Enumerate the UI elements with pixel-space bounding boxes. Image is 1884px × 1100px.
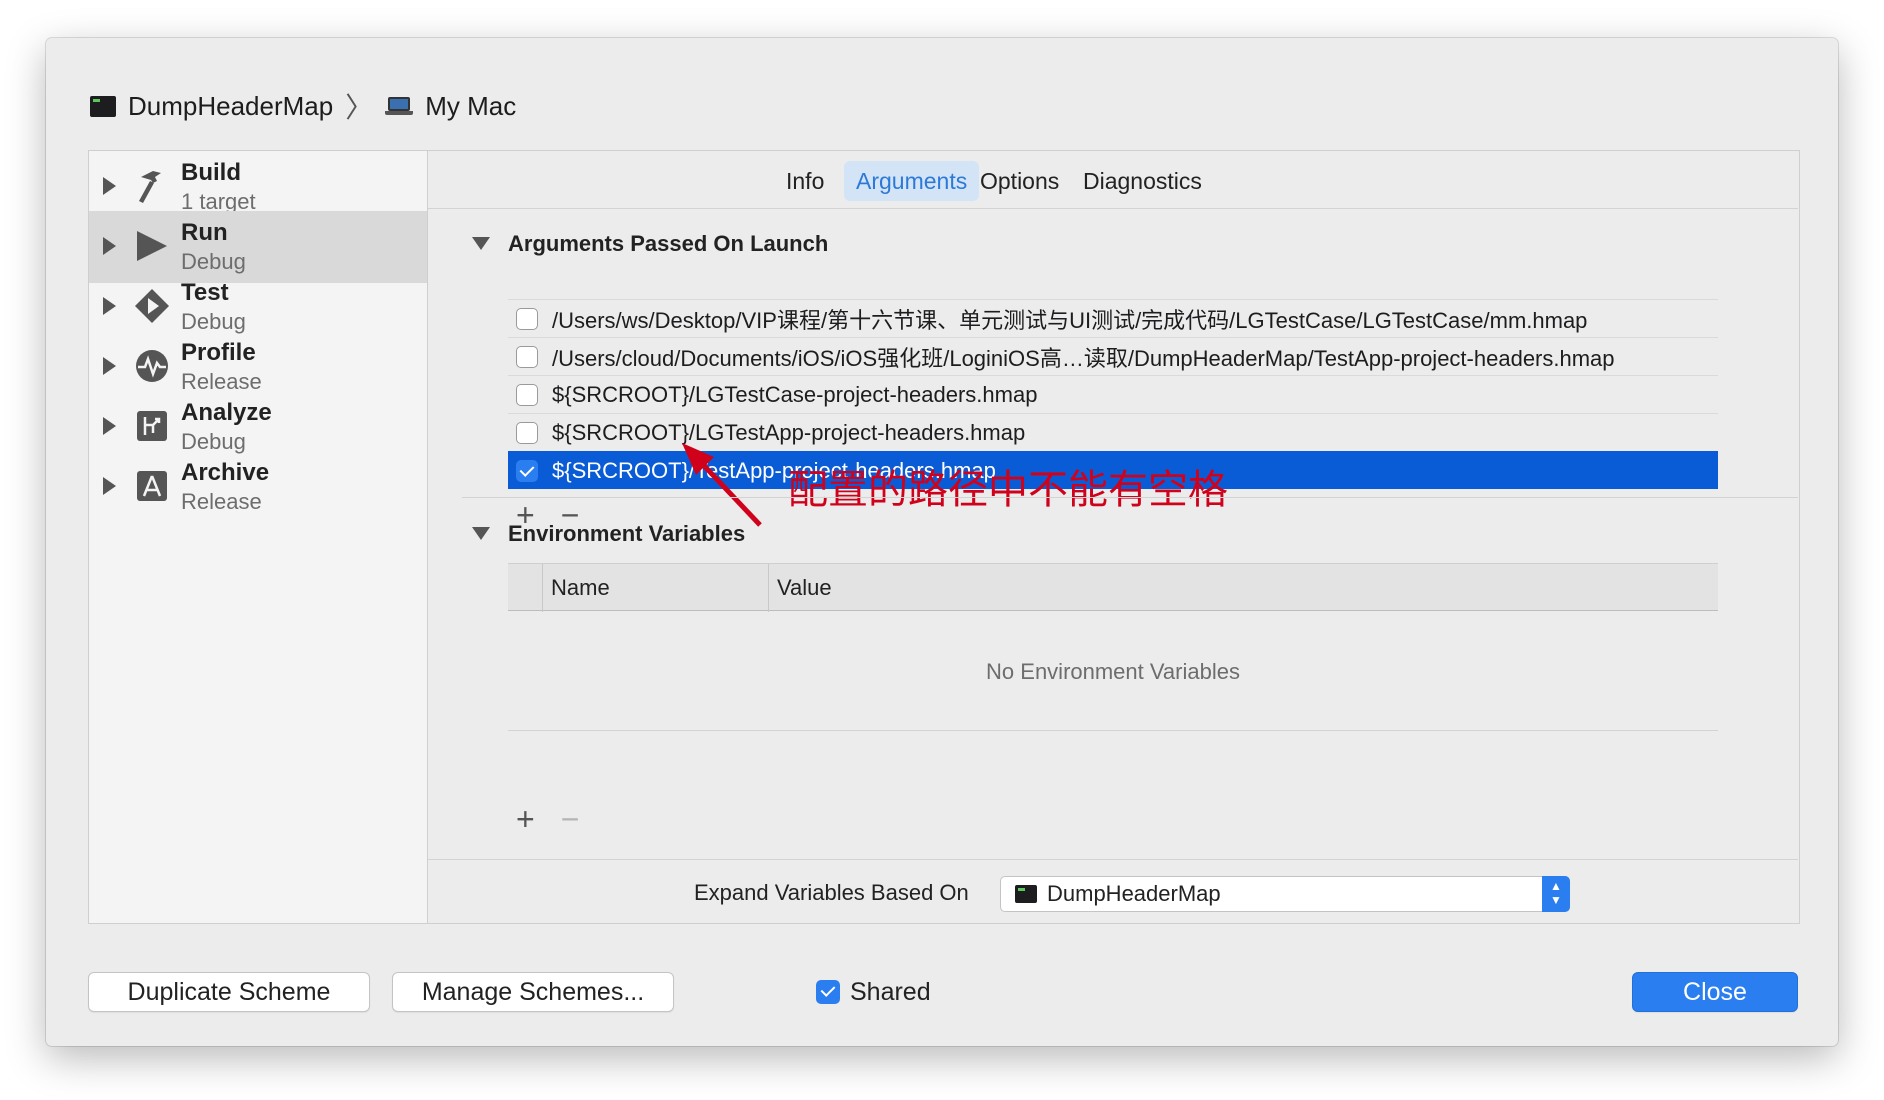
terminal-app-icon bbox=[1015, 885, 1037, 903]
env-add-remove: + − bbox=[516, 803, 579, 835]
tab-bar: Info Arguments Options Diagnostics bbox=[428, 151, 1798, 209]
env-variables-table: Name Value No Environment Variables bbox=[508, 563, 1718, 731]
sidebar-item-title: Analyze bbox=[181, 399, 272, 426]
sidebar-item-subtitle: Release bbox=[181, 489, 262, 514]
archive-icon bbox=[137, 471, 167, 501]
collapse-triangle-icon[interactable] bbox=[472, 527, 490, 540]
disclosure-triangle-icon[interactable] bbox=[103, 237, 116, 255]
sidebar-item-title: Build bbox=[181, 159, 241, 186]
laptop-icon bbox=[385, 97, 414, 115]
popup-selected-value: DumpHeaderMap bbox=[1047, 881, 1221, 906]
argument-checkbox[interactable] bbox=[516, 421, 538, 444]
updown-chevron-icon[interactable]: ▲ ▼ bbox=[1542, 876, 1570, 912]
breadcrumb-scheme[interactable]: DumpHeaderMap bbox=[128, 91, 333, 122]
shared-toggle[interactable]: Shared bbox=[816, 972, 931, 1012]
list-item[interactable]: /Users/cloud/Documents/iOS/iOS强化班/Logini… bbox=[508, 337, 1718, 375]
list-item[interactable]: /Users/ws/Desktop/VIP课程/第十六节课、单元测试与UI测试/… bbox=[508, 299, 1718, 337]
tab-arguments[interactable]: Arguments bbox=[844, 161, 980, 201]
disclosure-triangle-icon[interactable] bbox=[103, 177, 116, 195]
column-header-value[interactable]: Value bbox=[768, 564, 1718, 612]
duplicate-scheme-button[interactable]: Duplicate Scheme bbox=[88, 972, 370, 1012]
chevron-right-icon: 〉 bbox=[345, 92, 374, 123]
env-section-title: Environment Variables bbox=[508, 521, 746, 546]
close-button[interactable]: Close bbox=[1632, 972, 1798, 1012]
hammer-icon bbox=[139, 171, 161, 203]
argument-value[interactable]: /Users/ws/Desktop/VIP课程/第十六节课、单元测试与UI测试/… bbox=[552, 303, 1587, 335]
instruments-icon bbox=[136, 350, 168, 382]
collapse-triangle-icon[interactable] bbox=[472, 237, 490, 250]
manage-schemes-button[interactable]: Manage Schemes... bbox=[392, 972, 674, 1012]
annotation-text: 配置的路径中不能有空格 bbox=[788, 467, 1228, 513]
remove-env-button[interactable]: − bbox=[561, 803, 580, 835]
argument-checkbox[interactable] bbox=[516, 459, 538, 482]
tab-info[interactable]: Info bbox=[774, 161, 836, 201]
shared-checkbox[interactable] bbox=[816, 980, 840, 1004]
play-icon bbox=[137, 231, 167, 261]
argument-value[interactable]: ${SRCROOT}/LGTestApp-project-headers.hma… bbox=[552, 420, 1025, 446]
argument-checkbox[interactable] bbox=[516, 307, 538, 330]
list-item[interactable]: ${SRCROOT}/LGTestCase-project-headers.hm… bbox=[508, 375, 1718, 413]
disclosure-triangle-icon[interactable] bbox=[103, 357, 116, 375]
empty-state-text: No Environment Variables bbox=[986, 659, 1240, 684]
table-header: Name Value bbox=[508, 563, 1718, 612]
disclosure-triangle-icon[interactable] bbox=[103, 417, 116, 435]
sidebar-item-title: Profile bbox=[181, 339, 256, 366]
add-env-button[interactable]: + bbox=[516, 803, 535, 835]
section-divider bbox=[462, 497, 1798, 498]
disclosure-triangle-icon[interactable] bbox=[103, 477, 116, 495]
scheme-editor-window: DumpHeaderMap 〉 My Mac Build 1 target Ru… bbox=[46, 38, 1838, 1046]
shared-label[interactable]: Shared bbox=[850, 978, 931, 1007]
terminal-app-icon bbox=[90, 95, 116, 117]
test-diamond-icon bbox=[135, 289, 169, 323]
disclosure-triangle-icon[interactable] bbox=[103, 297, 116, 315]
argument-value[interactable]: /Users/cloud/Documents/iOS/iOS强化班/Logini… bbox=[552, 341, 1615, 373]
argument-checkbox[interactable] bbox=[516, 383, 538, 406]
scheme-detail-panel: Info Arguments Options Diagnostics Argum… bbox=[428, 150, 1800, 924]
sidebar-item-title: Test bbox=[181, 279, 229, 306]
tab-diagnostics[interactable]: Diagnostics bbox=[1071, 161, 1214, 201]
expand-variables-popup[interactable]: DumpHeaderMap ▲ ▼ bbox=[1000, 876, 1570, 912]
analyze-icon bbox=[137, 411, 167, 441]
sidebar-item-title: Run bbox=[181, 219, 228, 246]
argument-checkbox[interactable] bbox=[516, 345, 538, 368]
column-header-name[interactable]: Name bbox=[542, 564, 768, 612]
expand-variables-label: Expand Variables Based On bbox=[694, 880, 969, 905]
breadcrumb-destination[interactable]: My Mac bbox=[425, 91, 516, 122]
arguments-section-title: Arguments Passed On Launch bbox=[508, 231, 829, 256]
sidebar-item-title: Archive bbox=[181, 459, 270, 486]
sidebar-item-archive[interactable]: Archive Release bbox=[89, 451, 427, 523]
argument-value[interactable]: ${SRCROOT}/LGTestCase-project-headers.hm… bbox=[552, 382, 1037, 408]
tab-options[interactable]: Options bbox=[968, 161, 1071, 201]
expand-variables-row: Expand Variables Based On DumpHeaderMap … bbox=[428, 859, 1798, 929]
scheme-action-sidebar: Build 1 target Run Debug Test Debug Prof… bbox=[88, 150, 428, 924]
breadcrumb: DumpHeaderMap 〉 My Mac bbox=[90, 86, 516, 126]
